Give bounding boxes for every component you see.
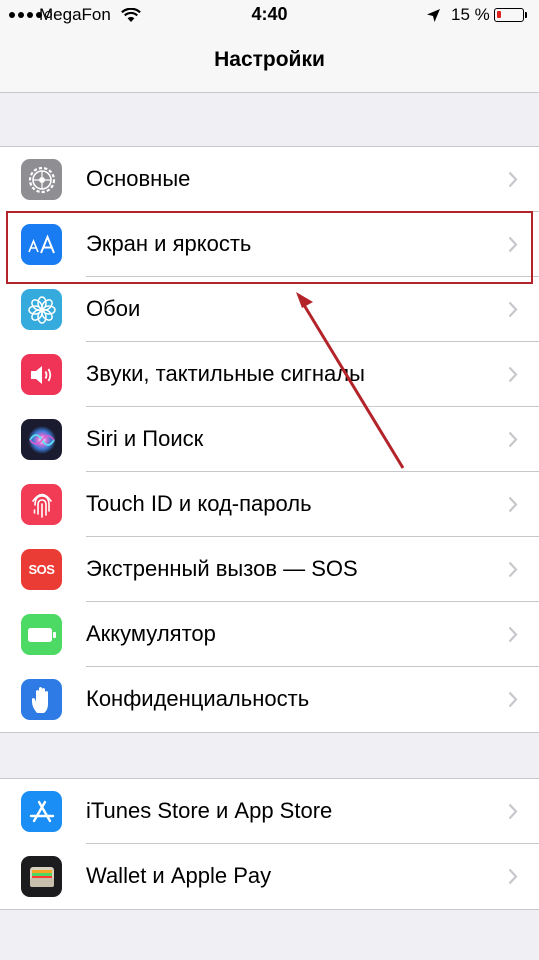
settings-item-wallet-apple-pay[interactable]: Wallet и Apple Pay: [0, 844, 539, 909]
wallet-icon: [21, 856, 62, 897]
settings-group-main: Основные Экран и яркость Обои Звуки, так…: [0, 146, 539, 733]
settings-item-label: Wallet и Apple Pay: [86, 863, 272, 888]
settings-item-siri-search[interactable]: Siri и Поиск: [0, 407, 539, 472]
settings-item-label: Экстренный вызов — SOS: [86, 556, 358, 581]
settings-item-sounds-haptics[interactable]: Звуки, тактильные сигналы: [0, 342, 539, 407]
settings-item-label: Основные: [86, 166, 191, 191]
settings-item-itunes-app-store[interactable]: iTunes Store и App Store: [0, 779, 539, 844]
chevron-right-icon: [508, 803, 518, 820]
fingerprint-icon: [21, 484, 62, 525]
settings-item-display-brightness[interactable]: Экран и яркость: [0, 212, 539, 277]
settings-item-privacy[interactable]: Конфиденциальность: [0, 667, 539, 732]
app-store-icon: [21, 791, 62, 832]
chevron-right-icon: [508, 691, 518, 708]
hand-icon: [21, 679, 62, 720]
battery-status-icon: [494, 8, 524, 22]
page-title: Настройки: [214, 48, 325, 71]
location-arrow-icon: [427, 9, 440, 22]
status-bar: MegaFon 4:40 15 %: [0, 0, 539, 32]
speaker-icon: [21, 354, 62, 395]
chevron-right-icon: [508, 366, 518, 383]
chevron-right-icon: [508, 236, 518, 253]
settings-item-emergency-sos[interactable]: SOS Экстренный вызов — SOS: [0, 537, 539, 602]
settings-item-label: iTunes Store и App Store: [86, 798, 333, 823]
settings-item-battery[interactable]: Аккумулятор: [0, 602, 539, 667]
chevron-right-icon: [508, 301, 518, 318]
chevron-right-icon: [508, 626, 518, 643]
chevron-right-icon: [508, 561, 518, 578]
gear-icon: [21, 159, 62, 200]
battery-percent: 15 %: [451, 5, 490, 24]
battery-icon: [21, 614, 62, 655]
settings-item-general[interactable]: Основные: [0, 147, 539, 212]
settings-item-touch-id-passcode[interactable]: Touch ID и код-пароль: [0, 472, 539, 537]
sos-icon-text: SOS: [28, 562, 55, 577]
sos-icon: SOS: [21, 549, 62, 590]
settings-item-wallpaper[interactable]: Обои: [0, 277, 539, 342]
settings-item-label: Экран и яркость: [86, 231, 252, 256]
settings-group-stores: iTunes Store и App Store Wallet и Apple …: [0, 778, 539, 910]
wallpaper-flower-icon: [21, 289, 62, 330]
settings-item-label: Звуки, тактильные сигналы: [86, 361, 365, 386]
settings-item-label: Обои: [86, 296, 141, 321]
text-size-icon: [21, 224, 62, 265]
settings-item-label: Siri и Поиск: [86, 426, 204, 451]
chevron-right-icon: [508, 496, 518, 513]
settings-item-label: Touch ID и код-пароль: [86, 491, 312, 516]
chevron-right-icon: [508, 868, 518, 885]
navigation-bar: Настройки: [0, 32, 539, 93]
battery-tip: [525, 12, 527, 18]
siri-icon: [21, 419, 62, 460]
settings-item-label: Конфиденциальность: [86, 686, 310, 711]
chevron-right-icon: [508, 431, 518, 448]
settings-item-label: Аккумулятор: [86, 621, 216, 646]
chevron-right-icon: [508, 171, 518, 188]
